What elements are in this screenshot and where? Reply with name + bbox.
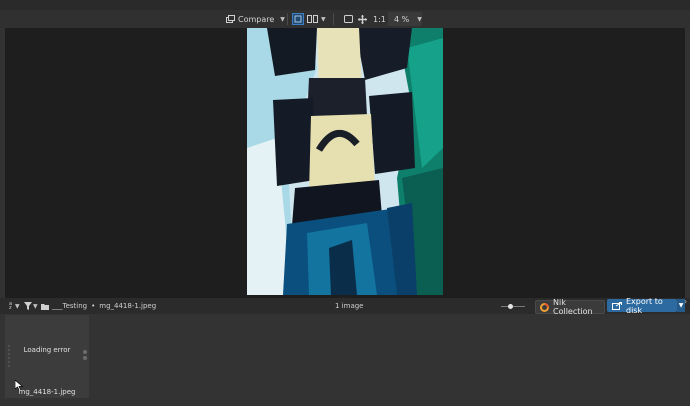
thumbnail-card[interactable]: Loading error mg_4418-1.jpeg [5,315,89,398]
single-view-button[interactable] [292,12,304,26]
slider-track [501,303,525,309]
folder-icon [41,303,49,310]
frame-icon [344,15,353,23]
pan-tool-button[interactable] [358,12,367,26]
sort-button[interactable]: az ▼ [9,298,20,314]
loading-error-text: Loading error [23,346,71,354]
chevron-down-icon: ▼ [33,302,38,310]
chevron-down-icon: ▼ [15,302,20,310]
compare-button[interactable]: Compare ▼ [226,12,285,26]
image-viewer[interactable] [5,28,685,298]
viewer-toolbar: Compare ▼ ▼ 1:1 4 % ▼ [0,10,690,28]
zoom-level-value: 4 % [394,14,410,24]
zoom-level-select[interactable]: 4 % ▼ [388,12,422,26]
compare-label: Compare [238,14,275,24]
chevron-down-icon: ▼ [280,15,285,23]
mouse-cursor-icon [14,376,24,392]
compare-icon [226,15,235,23]
thumbnail-filename: mg_4418-1.jpeg [18,388,76,396]
filter-button[interactable]: ▼ [24,298,38,314]
crop-frame-button[interactable] [344,12,353,26]
breadcrumb-folder[interactable]: ___Testing [52,302,87,310]
export-label: Export to disk [626,296,663,315]
toolbar-divider [287,13,288,25]
nik-logo-icon [540,302,549,312]
export-icon [612,301,622,310]
split-view-button[interactable]: ▼ [307,12,326,26]
move-icon [358,14,367,24]
chevron-down-icon: ▼ [678,302,684,309]
slider-knob[interactable] [508,303,513,309]
single-view-icon [292,13,304,25]
chevron-down-icon: ▼ [321,15,326,23]
export-to-disk-button[interactable]: Export to disk [607,296,677,315]
preview-image [247,28,443,295]
image-count: 1 image [335,302,364,310]
chevron-down-icon: ▼ [417,15,422,23]
split-view-icon [307,15,318,23]
thumbnail-size-slider[interactable] [501,298,525,314]
breadcrumb-separator: • [91,302,96,310]
nik-collection-button[interactable]: Nik Collection [535,298,605,316]
toolbar-divider [333,13,334,25]
breadcrumb: ___Testing • mg_4418-1.jpeg [41,298,156,314]
breadcrumb-file: mg_4418-1.jpeg [99,302,157,310]
zoom-one-to-one-button[interactable]: 1:1 [373,12,386,26]
chevron-right-icon[interactable]: › [684,297,687,306]
filter-icon [24,302,32,310]
filmstrip [0,314,690,406]
zoom-ratio-label: 1:1 [373,14,386,24]
